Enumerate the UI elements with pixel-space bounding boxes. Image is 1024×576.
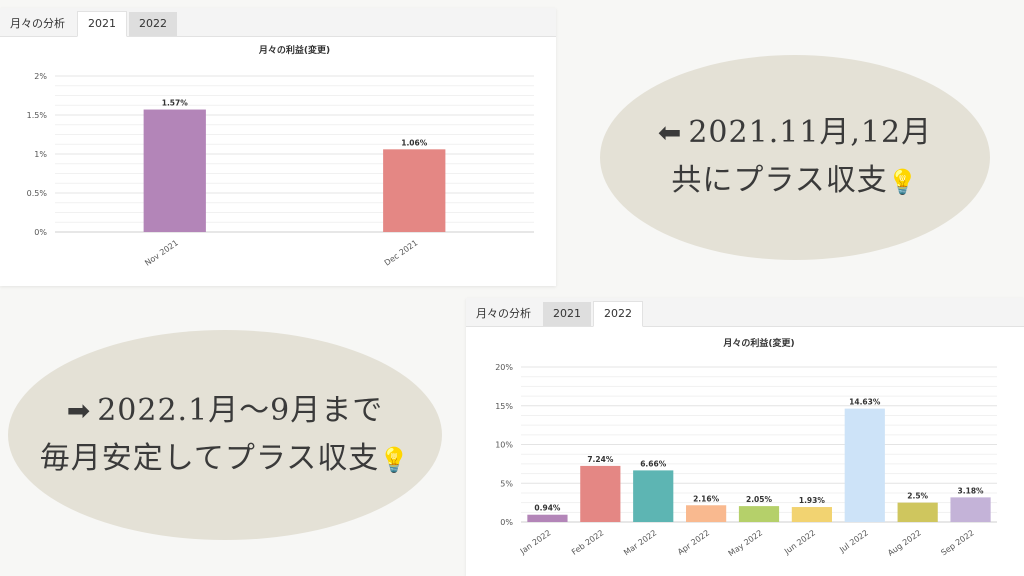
- bar-dec-2021: [383, 149, 446, 232]
- tab-monthly-analysis[interactable]: 月々の分析: [466, 302, 541, 326]
- bar-mar-2022: [633, 470, 674, 522]
- tab-2022[interactable]: 2022: [593, 301, 643, 327]
- data-label: 14.63%: [849, 398, 881, 407]
- callout-text: 毎月安定してプラス収支: [39, 440, 380, 476]
- y-tick-label: 15%: [495, 402, 513, 411]
- x-tick-label: Apr 2022: [676, 528, 711, 556]
- data-label: 1.93%: [799, 496, 826, 505]
- chart-title: 月々の利益(変更): [722, 337, 794, 349]
- data-label: 2.05%: [746, 495, 773, 504]
- x-tick-label: Mar 2022: [622, 528, 658, 557]
- x-tick-label: Dec 2021: [383, 238, 420, 267]
- data-label: 1.57%: [162, 99, 189, 108]
- bar-jul-2022: [844, 408, 885, 522]
- y-tick-label: 20%: [495, 363, 513, 372]
- callout-line-2: 共にプラス収支💡: [671, 157, 918, 206]
- x-tick-label: Aug 2022: [886, 528, 923, 557]
- x-tick-label: Nov 2021: [143, 238, 180, 267]
- x-tick-label: Jul 2022: [837, 528, 870, 555]
- y-tick-label: 1%: [34, 150, 47, 159]
- y-tick-label: 10%: [495, 441, 513, 450]
- callout-text: 2021.11月,12月: [688, 115, 933, 150]
- bar-aug-2022: [897, 502, 938, 522]
- bar-jun-2022: [791, 507, 832, 522]
- y-tick-label: 0.5%: [27, 189, 48, 198]
- lightbulb-icon: 💡: [379, 445, 411, 474]
- bar-feb-2022: [580, 465, 621, 522]
- y-tick-label: 0%: [34, 228, 47, 237]
- callout-text: 共にプラス収支: [671, 163, 888, 198]
- y-tick-label: 0%: [500, 518, 513, 527]
- tab-monthly-analysis[interactable]: 月々の分析: [0, 12, 75, 36]
- arrow-left-icon: ⬅: [657, 116, 683, 149]
- tab-2022[interactable]: 2022: [129, 12, 177, 36]
- bar-jan-2022: [527, 514, 568, 522]
- chart-panel-2021: 月々の分析 2021 2022 月々の利益(変更) 0% 0.5% 1% 1.5% 2% 1…: [0, 8, 556, 286]
- data-label: 0.94%: [534, 504, 561, 513]
- chart-panel-2022: 月々の分析 2021 2022 月々の利益(変更) 0% 5% 10% 15% 20% 0.…: [466, 298, 1024, 576]
- data-label: 2.5%: [907, 492, 928, 501]
- data-label: 2.16%: [693, 494, 720, 503]
- callout-line-1: ➡ 2022.1月〜9月まで: [67, 387, 384, 435]
- arrow-right-icon: ➡: [66, 393, 92, 427]
- tab-bar: 月々の分析 2021 2022: [0, 8, 556, 37]
- bar-sep-2022: [950, 497, 991, 522]
- data-label: 3.18%: [958, 486, 985, 495]
- y-tick-label: 2%: [34, 72, 47, 81]
- tab-bar: 月々の分析 2021 2022: [466, 298, 1024, 327]
- callout-text: 2022.1月〜9月まで: [97, 392, 384, 428]
- callout-2022: ➡ 2022.1月〜9月まで 毎月安定してプラス収支💡: [8, 330, 442, 540]
- lightbulb-icon: 💡: [887, 168, 919, 196]
- bar-nov-2021: [143, 109, 206, 232]
- bar-apr-2022: [686, 505, 727, 522]
- y-tick-label: 5%: [500, 479, 513, 488]
- callout-2021: ⬅ 2021.11月,12月 共にプラス収支💡: [600, 55, 990, 260]
- chart-title: 月々の利益(変更): [258, 44, 330, 56]
- callout-line-2: 毎月安定してプラス収支💡: [40, 435, 410, 484]
- x-tick-label: Jan 2022: [518, 528, 553, 556]
- tab-2021[interactable]: 2021: [543, 302, 591, 326]
- data-label: 6.66%: [640, 459, 667, 468]
- x-tick-label: Feb 2022: [570, 528, 606, 557]
- bar-chart-2021: 月々の利益(変更) 0% 0.5% 1% 1.5% 2% 1.57% Nov 2021 1.06…: [27, 44, 534, 268]
- data-label: 1.06%: [401, 138, 428, 147]
- x-tick-label: Jun 2022: [782, 528, 817, 556]
- callout-line-1: ⬅ 2021.11月,12月: [658, 109, 932, 157]
- bar-chart-2022: 月々の利益(変更) 0% 5% 10% 15% 20% 0.94% Jan 2022 7.24%…: [495, 337, 997, 558]
- bar-may-2022: [738, 506, 780, 522]
- data-label: 7.24%: [587, 455, 614, 464]
- tab-2021[interactable]: 2021: [77, 11, 127, 37]
- y-tick-label: 1.5%: [27, 111, 48, 120]
- x-tick-label: Sep 2022: [939, 528, 975, 557]
- x-tick-label: May 2022: [727, 528, 764, 558]
